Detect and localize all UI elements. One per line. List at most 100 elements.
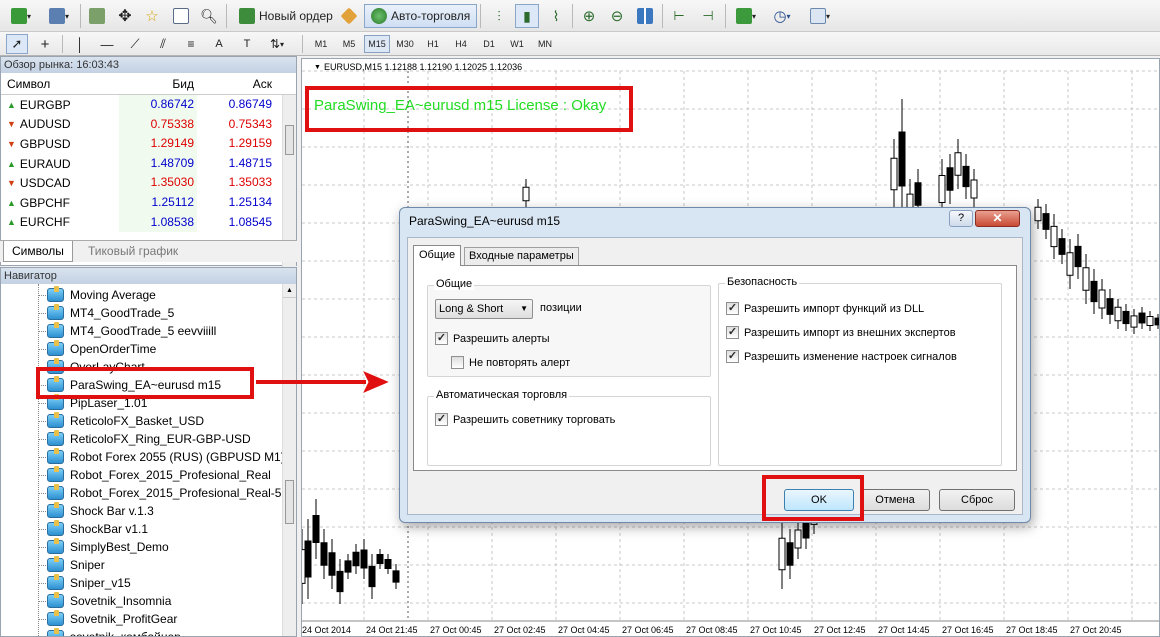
arrows-button[interactable]: ⇅ ▾ [262,34,292,54]
fibo-button[interactable]: ≡ [180,34,202,54]
scroll-up-icon[interactable]: ▲ [283,284,296,298]
navigator-item[interactable]: SimplyBest_Demo [47,538,169,556]
autotrading-icon [371,8,387,24]
metaeditor-icon [340,7,358,25]
navigator-button[interactable]: ☆ [141,4,163,28]
navigator-item[interactable]: OpenOrderTime [47,340,156,358]
navigator-item[interactable]: Sniper [47,556,105,574]
tab-symbols[interactable]: Символы [3,241,73,262]
navigator-item[interactable]: Sniper_v15 [47,574,131,592]
chart-shift-button[interactable]: ⊢ [668,4,690,28]
vertical-line-button[interactable]: │ [70,34,90,54]
allow-alerts-checkbox[interactable]: ✓ Разрешить алерты [435,332,550,345]
navigator-item[interactable]: MT4_GoodTrade_5 eevviiill [47,322,216,340]
text-button[interactable]: A [208,34,230,54]
tile-windows-button[interactable] [634,4,656,28]
bar-chart-button[interactable]: ⫶ [488,4,510,28]
navigator-item[interactable]: ReticoloFX_Ring_EUR-GBP-USD [47,430,251,448]
new-order-button[interactable]: Новый ордер [232,4,340,28]
periods-button[interactable]: ◷ ▾ [767,4,797,28]
market-watch-row[interactable]: ▼ GBPUSD 1.29149 1.29159 [1,134,296,154]
timeframe-m15[interactable]: M15 [364,35,390,53]
navigator-item[interactable]: Sovetnik_Insomnia [47,592,171,610]
col-ask[interactable]: Аск [197,73,275,94]
navigator-item[interactable]: ReticoloFX_Basket_USD [47,412,204,430]
crosshair-button[interactable]: ✥ [114,4,136,28]
cancel-button[interactable]: Отмена [860,489,930,511]
navigator-item[interactable]: Robot Forex 2055 (RUS) (GBPUSD M1) [47,448,285,466]
channel-button[interactable]: ⫽ [152,34,174,54]
navigator-item[interactable]: Robot_Forex_2015_Profesional_Real-5zn [47,484,294,502]
scroll-thumb[interactable] [285,125,294,155]
market-watch-button[interactable] [86,4,108,28]
timeframe-mn[interactable]: MN [532,35,558,53]
timeframe-m30[interactable]: M30 [392,35,418,53]
allow-trade-checkbox[interactable]: ✓ Разрешить советнику торговать [435,413,615,426]
col-symbol[interactable]: Символ [1,73,119,94]
timeframe-h4[interactable]: H4 [448,35,474,53]
close-button[interactable]: ✕ [975,210,1020,227]
tree-connector [38,493,46,494]
crosshair-tool-button[interactable]: + [34,34,56,54]
navigator-item[interactable]: Shock Bar v.1.3 [47,502,154,520]
navigator-item[interactable]: ShockBar v1.1 [47,520,148,538]
candle-body [1154,317,1159,326]
candle-chart-button[interactable]: ▮ [515,4,539,28]
market-watch-row[interactable]: ▼ USDCAD 1.35030 1.35033 [1,173,296,193]
autoscroll-button[interactable]: ⊣ [697,4,719,28]
navigator-item[interactable]: Moving Average [47,286,156,304]
help-button[interactable]: ? [949,210,973,227]
separator [80,4,81,28]
navigator-item[interactable]: sovetnik_комбайнер [47,628,181,636]
cursor-button[interactable]: ➚ [6,34,28,54]
trendline-button[interactable]: ⟋ [124,34,146,54]
navigator-item[interactable]: MT4_GoodTrade_5 [47,304,174,322]
autotrading-button[interactable]: Авто-торговля [364,4,478,28]
scroll-thumb[interactable] [285,480,294,524]
zoom-out-button[interactable]: ⊖ [606,4,628,28]
allow-signals-checkbox[interactable]: ✓ Разрешить изменение настроек сигналов [726,350,957,363]
timeframe-m1[interactable]: M1 [308,35,334,53]
templates-button[interactable]: ▾ [804,4,836,28]
navigator-scrollbar[interactable]: ▲ [282,284,296,636]
navigator-item[interactable]: Sovetnik_ProfitGear [47,610,177,628]
tree-connector [38,619,46,620]
candle-body [336,570,344,593]
profiles-button[interactable]: ▾ [44,4,74,28]
tab-tick-chart[interactable]: Тиковый график [80,241,186,262]
candle-body [1074,245,1082,268]
horizontal-line-button[interactable]: — [96,34,118,54]
bid-cell: 0.75338 [119,114,197,135]
market-watch-row[interactable]: ▲ EURGBP 0.86742 0.86749 [1,95,296,115]
timeframe-d1[interactable]: D1 [476,35,502,53]
time-label: 27 Oct 20:45 [1070,625,1122,635]
timeframe-m5[interactable]: M5 [336,35,362,53]
no-repeat-alert-checkbox[interactable]: Не повторять алерт [451,356,570,369]
tester-button[interactable]: 🔍︎ [198,4,220,28]
zoom-in-button[interactable]: ⊕ [578,4,600,28]
col-bid[interactable]: Бид [119,73,197,94]
tab-inputs[interactable]: Входные параметры [464,247,579,266]
allow-import-checkbox[interactable]: ✓ Разрешить импорт из внешних экспертов [726,326,956,339]
arrow-up-icon: ▲ [7,99,16,110]
time-label: 24 Oct 21:45 [366,625,418,635]
line-chart-button[interactable]: ⌇ [545,4,567,28]
arrow-down-icon: ▼ [7,138,16,149]
allow-dll-checkbox[interactable]: ✓ Разрешить импорт функций из DLL [726,302,924,315]
market-watch-row[interactable]: ▲ GBPCHF 1.25112 1.25134 [1,192,296,213]
timeframe-w1[interactable]: W1 [504,35,530,53]
timeframe-h1[interactable]: H1 [420,35,446,53]
reset-button[interactable]: Сброс [939,489,1015,511]
navigator-item[interactable]: Robot_Forex_2015_Profesional_Real [47,466,271,484]
market-watch-row[interactable]: ▲ EURAUD 1.48709 1.48715 [1,153,296,174]
terminal-button[interactable] [170,4,192,28]
new-chart-button[interactable]: ▾ [6,4,36,28]
text-label-button[interactable]: T [236,34,258,54]
indicators-button[interactable]: ▾ [731,4,761,28]
expert-advisor-icon [47,484,64,500]
market-watch-row[interactable]: ▲ EURCHF 1.08538 1.08545 [1,212,296,233]
tab-common[interactable]: Общие [413,245,462,266]
metaeditor-button[interactable] [338,4,360,28]
positions-select[interactable]: Long & Short ▼ [435,299,533,319]
market-watch-row[interactable]: ▼ AUDUSD 0.75338 0.75343 [1,114,296,135]
